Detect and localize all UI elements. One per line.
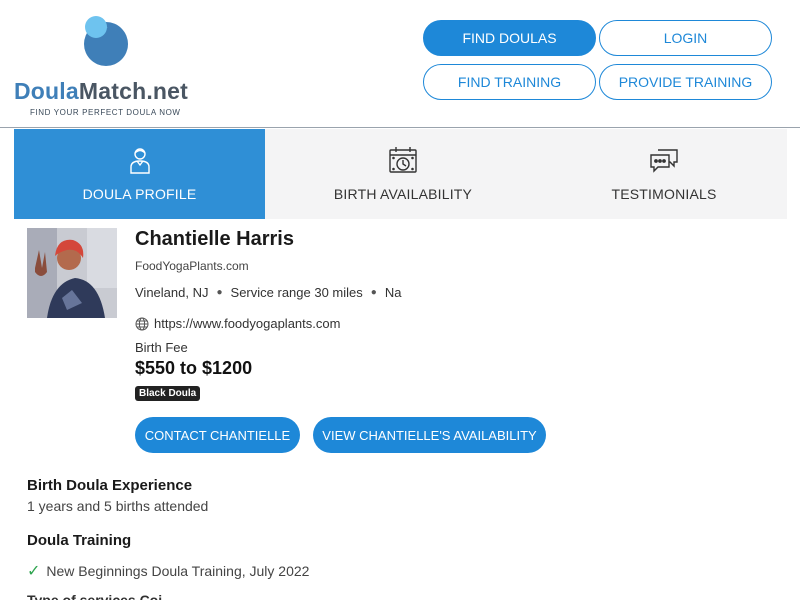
service-range-text: Service range 30 miles [230,285,363,300]
birth-fee-value: $550 to $1200 [135,358,253,378]
tab-testimonials[interactable]: TESTIMONIALS [541,129,787,219]
calendar-clock-icon [389,147,417,173]
chat-bubbles-icon [650,149,678,173]
find-doulas-button[interactable]: FIND DOULAS [423,20,596,56]
separator-dot: ● [216,287,223,298]
training-item-text: New Beginnings Doula Training, July 2022 [46,563,310,579]
website-link[interactable]: https://www.foodyogaplants.com [154,316,340,331]
tab-label: TESTIMONIALS [611,186,717,202]
contact-doula-button[interactable]: CONTACT CHANTIELLE [135,417,300,453]
tab-birth-availability[interactable]: BIRTH AVAILABILITY [265,129,541,219]
training-list-item: ✓ New Beginnings Doula Training, July 20… [27,561,309,581]
profile-tabs: DOULA PROFILE BIRTH AVAILABILITY TESTIMO… [14,129,787,219]
logo-wordmark-part2: Match.net [78,78,189,104]
logo-tagline: FIND YOUR PERFECT DOULA NOW [30,108,181,117]
business-name: FoodYogaPlants.com [135,259,249,273]
site-header: DoulaMatch.net FIND YOUR PERFECT DOULA N… [0,0,800,128]
provide-training-button[interactable]: PROVIDE TRAINING [599,64,772,100]
logo-mark-icon [84,16,128,66]
doula-name: Chantielle Harris [135,228,294,250]
website-row[interactable]: https://www.foodyogaplants.com [135,316,340,331]
globe-icon [135,317,149,330]
profile-photo [27,228,117,318]
site-logo[interactable]: DoulaMatch.net FIND YOUR PERFECT DOULA N… [14,10,204,120]
experience-heading: Birth Doula Experience [27,477,193,494]
view-availability-button[interactable]: VIEW CHANTIELLE'S AVAILABILITY [313,417,546,453]
training-heading: Doula Training [27,532,132,549]
logo-wordmark: DoulaMatch.net [14,78,188,105]
person-icon [129,148,150,174]
services-heading-partial: Type of services Coi... [27,592,174,600]
tab-label: BIRTH AVAILABILITY [333,186,473,202]
experience-text: 1 years and 5 births attended [27,498,209,514]
login-button[interactable]: LOGIN [599,20,772,56]
black-doula-badge: Black Doula [135,386,201,401]
birth-fee-label: Birth Fee [135,340,188,355]
tab-doula-profile[interactable]: DOULA PROFILE [14,129,265,219]
tab-label: DOULA PROFILE [82,186,197,202]
location-meta: Vineland, NJ ● Service range 30 miles ● … [135,285,401,300]
logo-wordmark-part1: Doula [14,78,79,104]
separator-dot: ● [370,287,377,298]
find-training-button[interactable]: FIND TRAINING [423,64,596,100]
checkmark-icon: ✓ [27,563,41,580]
extra-meta-text: Na [384,285,402,300]
location-text: Vineland, NJ [135,285,209,300]
